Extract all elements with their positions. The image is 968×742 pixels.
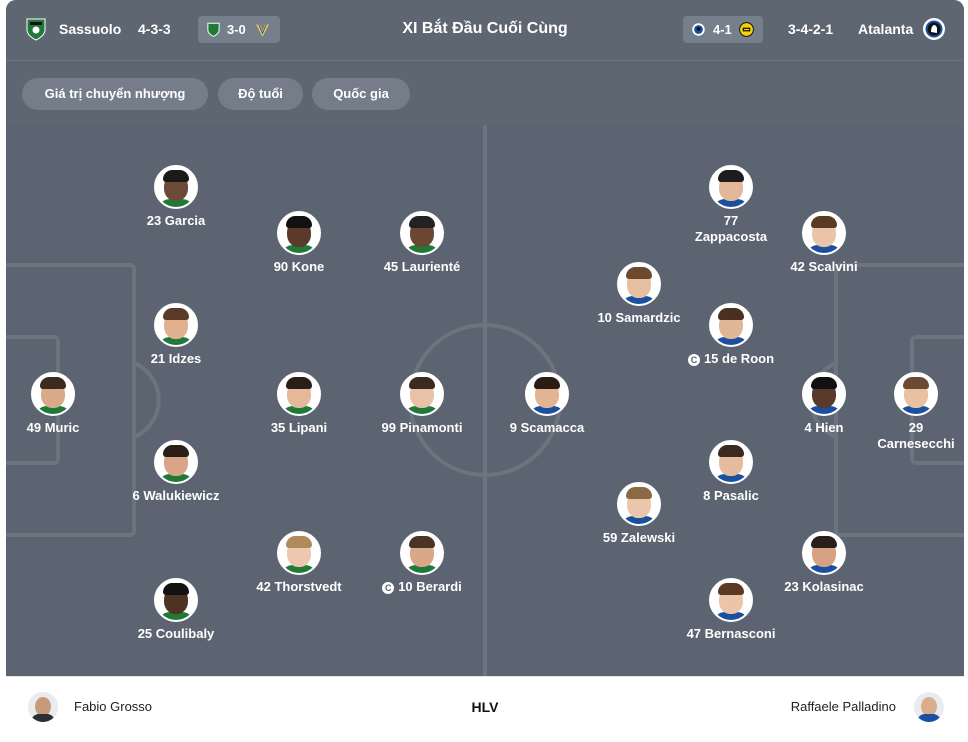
player-avatar <box>709 303 753 347</box>
player-avatar <box>802 531 846 575</box>
filter-transfer-value[interactable]: Giá trị chuyển nhượng <box>22 78 208 110</box>
home-player[interactable]: 45 Laurienté <box>357 211 487 275</box>
player-avatar <box>154 165 198 209</box>
player-avatar <box>154 578 198 622</box>
home-player[interactable]: 6 Walukiewicz <box>111 440 241 504</box>
player-name: 59 Zalewski <box>574 530 704 546</box>
player-label: 99 Pinamonti <box>381 420 463 435</box>
player-label: 29 Carnesecchi <box>877 420 955 451</box>
player-label: 42 Thorstvedt <box>256 579 342 594</box>
player-name: 99 Pinamonti <box>357 420 487 436</box>
player-name: 23 Garcia <box>111 213 241 229</box>
away-last-match-pill[interactable]: 4-1 <box>683 16 763 43</box>
player-avatar <box>277 372 321 416</box>
away-coach-name[interactable]: Raffaele Palladino <box>791 699 896 714</box>
player-name: 21 Idzes <box>111 351 241 367</box>
player-label: 45 Laurienté <box>383 259 461 274</box>
home-player[interactable]: C 10 Berardi <box>357 531 487 595</box>
player-label: 21 Idzes <box>150 351 202 366</box>
away-formation: 3-4-2-1 <box>788 21 834 37</box>
player-label: 4 Hien <box>804 420 844 435</box>
player-label: 23 Garcia <box>146 213 206 228</box>
player-avatar <box>400 531 444 575</box>
player-label: 59 Zalewski <box>602 530 676 545</box>
player-avatar <box>617 482 661 526</box>
player-name: 90 Kone <box>234 259 364 275</box>
player-label: 15 de Roon <box>703 351 775 366</box>
filter-age[interactable]: Độ tuổi <box>218 78 303 110</box>
home-player[interactable]: 42 Thorstvedt <box>234 531 364 595</box>
player-avatar <box>525 372 569 416</box>
player-name: 9 Scamacca <box>482 420 612 436</box>
player-avatar <box>31 372 75 416</box>
player-label: 10 Berardi <box>398 579 462 594</box>
lineup-card: Sassuolo 4-3-3 3-0 XI Bắt Đầu Cuối Cùng … <box>6 0 964 742</box>
player-name: C 10 Berardi <box>357 579 487 595</box>
player-name: 47 Bernasconi <box>666 626 796 642</box>
away-coach-avatar <box>914 692 944 722</box>
away-team-name[interactable]: Atalanta <box>858 21 913 37</box>
player-avatar <box>894 372 938 416</box>
player-avatar <box>400 211 444 255</box>
player-label: 47 Bernasconi <box>686 626 776 641</box>
player-avatar <box>617 262 661 306</box>
player-name: 6 Walukiewicz <box>111 488 241 504</box>
home-player[interactable]: 90 Kone <box>234 211 364 275</box>
captain-badge-icon: C <box>382 582 395 594</box>
away-player[interactable]: 9 Scamacca <box>482 372 612 436</box>
player-name: 42 Scalvini <box>759 259 889 275</box>
player-name: 29 Carnesecchi <box>871 420 961 452</box>
player-name: 35 Lipani <box>234 420 364 436</box>
player-avatar <box>709 578 753 622</box>
player-name: 42 Thorstvedt <box>234 579 364 595</box>
player-avatar <box>277 531 321 575</box>
away-player[interactable]: 47 Bernasconi <box>666 578 796 642</box>
player-name: 25 Coulibaly <box>111 626 241 642</box>
home-player[interactable]: 35 Lipani <box>234 372 364 436</box>
player-avatar <box>400 372 444 416</box>
home-player[interactable]: 49 Muric <box>6 372 118 436</box>
player-label: 90 Kone <box>273 259 325 274</box>
player-name: C 15 de Roon <box>666 351 796 367</box>
player-avatar <box>154 303 198 347</box>
player-avatar <box>154 440 198 484</box>
lineup-header: Sassuolo 4-3-3 3-0 XI Bắt Đầu Cuối Cùng … <box>6 0 964 61</box>
player-label: 42 Scalvini <box>790 259 858 274</box>
dortmund-crest-icon <box>739 22 754 37</box>
pitch: 23 Garcia 90 Kone 45 Laurienté 21 Idzes 49 M… <box>6 125 964 676</box>
away-player[interactable]: C 15 de Roon <box>666 303 796 367</box>
player-label: 23 Kolasinac <box>784 579 864 594</box>
player-avatar <box>802 372 846 416</box>
player-label: 35 Lipani <box>270 420 328 435</box>
home-player[interactable]: 21 Idzes <box>111 303 241 367</box>
coaches-footer: Fabio Grosso HLV Raffaele Palladino <box>6 676 964 742</box>
away-last-score: 4-1 <box>713 22 732 37</box>
player-label: 8 Pasalic <box>703 488 759 503</box>
away-player[interactable]: 59 Zalewski <box>574 482 704 546</box>
player-name: 49 Muric <box>6 420 118 436</box>
player-label: 9 Scamacca <box>509 420 585 435</box>
player-label: 77 Zappacosta <box>694 213 768 244</box>
player-avatar <box>802 211 846 255</box>
atalanta-crest-icon <box>923 18 945 40</box>
home-player[interactable]: 99 Pinamonti <box>357 372 487 436</box>
player-label: 6 Walukiewicz <box>132 488 220 503</box>
captain-badge-icon: C <box>687 354 700 366</box>
player-avatar <box>709 165 753 209</box>
home-player[interactable]: 25 Coulibaly <box>111 578 241 642</box>
player-name: 45 Laurienté <box>357 259 487 275</box>
player-label: 25 Coulibaly <box>137 626 215 641</box>
home-player[interactable]: 23 Garcia <box>111 165 241 229</box>
filter-bar: Giá trị chuyển nhượng Độ tuổi Quốc gia <box>6 61 964 125</box>
player-avatar <box>277 211 321 255</box>
away-player[interactable]: 42 Scalvini <box>759 211 889 275</box>
player-label: 49 Muric <box>26 420 80 435</box>
atalanta-mini-crest-icon <box>692 23 705 36</box>
player-avatar <box>709 440 753 484</box>
away-player[interactable]: 29 Carnesecchi <box>851 372 964 452</box>
filter-country[interactable]: Quốc gia <box>312 78 410 110</box>
